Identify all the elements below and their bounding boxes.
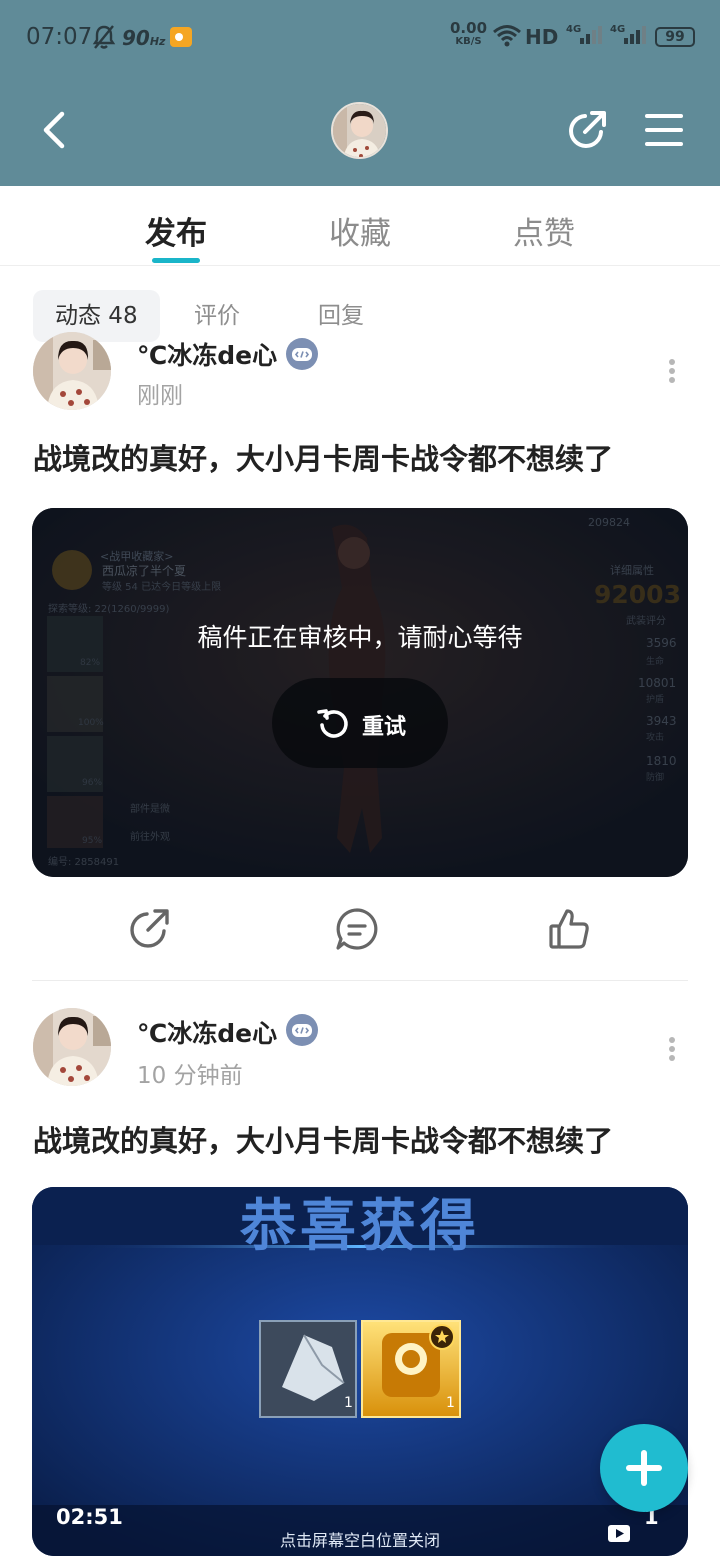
divider — [32, 980, 688, 981]
battery-indicator: 99 — [655, 27, 695, 47]
post-text[interactable]: 战境改的真好，大小月卡周卡战令都不想续了 — [33, 436, 613, 478]
like-icon[interactable] — [546, 906, 592, 952]
video-close-hint: 点击屏幕空白位置关闭 — [279, 1531, 440, 1550]
refresh-rate: 90Hz — [122, 26, 166, 50]
item-count: 1 — [446, 1395, 455, 1411]
main-tabs: 发布 收藏 点赞 — [0, 186, 720, 266]
back-button[interactable] — [36, 108, 76, 152]
comment-icon[interactable] — [334, 906, 380, 952]
retry-icon — [316, 707, 350, 745]
share-icon[interactable] — [126, 906, 172, 952]
sub-tabs: 动态 48 评价 回复 — [0, 288, 720, 344]
share-icon[interactable] — [565, 108, 609, 152]
top-bar: 07:07 90Hz 0.00 KB/S HD 4G 4G 99 — [0, 0, 720, 186]
username[interactable]: ℃冰冻de心 — [137, 336, 277, 372]
avatar[interactable] — [33, 1008, 111, 1086]
video-duration: 02:51 — [56, 1505, 123, 1529]
signal-icon: 4G — [610, 22, 650, 52]
more-options-icon[interactable] — [660, 356, 684, 386]
avatar[interactable] — [33, 332, 111, 410]
subtab-replies[interactable]: 回复 — [318, 290, 364, 342]
net-speed: 0.00 KB/S — [450, 19, 488, 48]
item-count: 1 — [344, 1395, 353, 1411]
tab-likes[interactable]: 点赞 — [484, 208, 604, 253]
subtab-reviews[interactable]: 评价 — [194, 290, 240, 342]
hd-indicator: HD — [525, 25, 559, 49]
retry-button[interactable]: 重试 — [272, 678, 448, 768]
post-time: 刚刚 — [137, 383, 183, 409]
tab-indicator — [152, 258, 200, 263]
create-post-button[interactable] — [600, 1424, 688, 1512]
retry-label: 重试 — [362, 715, 407, 740]
wifi-icon — [492, 24, 522, 52]
post-video[interactable]: 恭喜获得 1 1 02:51 1 点击屏幕空白位置关闭 — [32, 1187, 688, 1556]
svg-text:4G: 4G — [566, 24, 581, 35]
menu-icon[interactable] — [642, 110, 686, 150]
status-time: 07:07 — [26, 24, 93, 50]
post-time: 10 分钟前 — [137, 1063, 243, 1089]
username[interactable]: ℃冰冻de心 — [137, 1014, 277, 1050]
post-media-under-review[interactable]: <战甲收藏家> 西瓜凉了半个夏 等级 54 已达今日等级上限 探索等级: 22(… — [32, 508, 688, 877]
post-actions — [0, 900, 720, 960]
svg-text:4G: 4G — [610, 24, 625, 35]
post-text[interactable]: 战境改的真好，大小月卡周卡战令都不想续了 — [33, 1118, 613, 1160]
game-badge-icon — [286, 338, 318, 370]
avatar[interactable] — [331, 102, 388, 159]
mute-icon — [92, 24, 116, 54]
tab-favorites[interactable]: 收藏 — [300, 208, 420, 253]
more-options-icon[interactable] — [660, 1034, 684, 1064]
video-banner: 恭喜获得 — [240, 1194, 480, 1259]
subtab-dynamics[interactable]: 动态 48 — [33, 290, 160, 342]
review-message: 稿件正在审核中，请耐心等待 — [197, 623, 523, 652]
status-bar: 07:07 90Hz 0.00 KB/S HD 4G 4G 99 — [0, 0, 720, 76]
screen-record-icon — [170, 27, 192, 47]
signal-icon: 4G — [566, 22, 606, 52]
tab-publish[interactable]: 发布 — [116, 208, 236, 253]
game-badge-icon — [286, 1014, 318, 1046]
